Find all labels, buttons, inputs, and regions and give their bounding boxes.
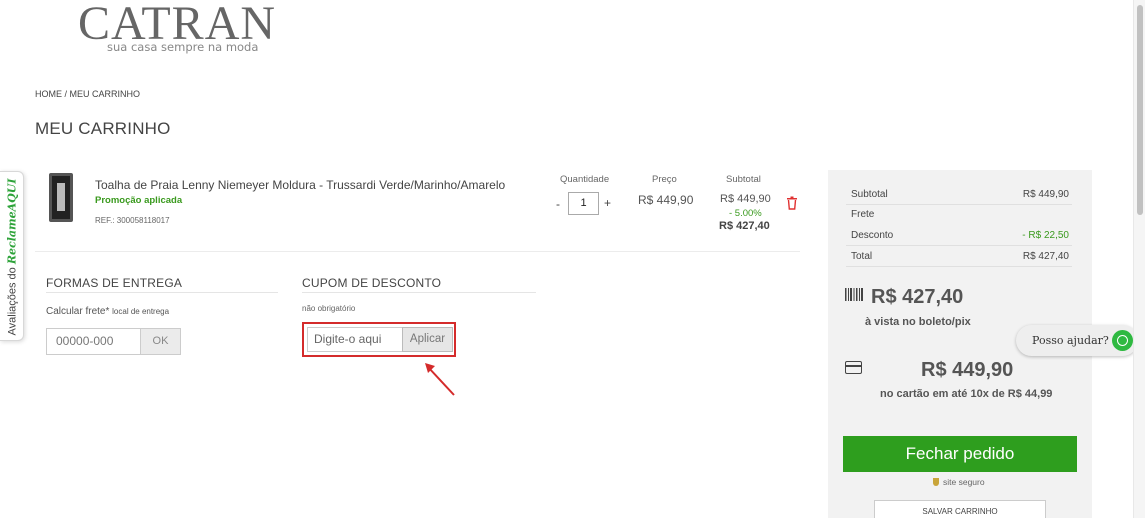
card-price: R$ 449,90 <box>921 359 1014 381</box>
checkout-button[interactable]: Fechar pedido <box>843 436 1077 472</box>
subtotal-header: Subtotal <box>726 174 761 185</box>
product-thumbnail[interactable] <box>49 173 73 222</box>
quantity-header: Quantidade <box>560 174 610 185</box>
shipping-title: FORMAS DE ENTREGA <box>46 276 183 290</box>
quantity-increase-button[interactable]: + <box>604 196 611 210</box>
coupon-title: CUPOM DE DESCONTO <box>302 276 442 290</box>
product-ref: REF.: 300058118017 <box>95 216 170 225</box>
price-header: Preço <box>652 174 677 185</box>
reclame-aqui-tab[interactable]: Avaliações do ReclameAQUI <box>0 171 24 341</box>
save-cart-button[interactable]: SALVAR CARRINHO <box>874 500 1046 518</box>
calc-shipping-hint: local de entrega <box>112 307 170 316</box>
summary-divider <box>846 204 1072 205</box>
help-label: Posso ajudar? <box>1032 334 1109 347</box>
cart-divider <box>35 251 800 252</box>
page-scrollbar[interactable] <box>1133 0 1145 518</box>
catran-logo[interactable]: CATRAN sua casa sempre na moda <box>78 0 275 60</box>
coupon-highlight-box: Digite-o aqui Aplicar <box>302 322 456 357</box>
shipping-ok-button[interactable]: OK <box>140 328 181 355</box>
item-price: R$ 449,90 <box>638 193 694 207</box>
summary-subtotal-value: R$ 449,90 <box>1022 189 1069 200</box>
boleto-price: R$ 427,40 <box>871 286 964 308</box>
calc-shipping-label: Calcular frete* local de entrega <box>46 306 170 317</box>
reclame-aqui-brand: ReclameAQUI <box>5 178 19 265</box>
summary-divider <box>846 245 1072 246</box>
whatsapp-help-button[interactable]: Posso ajudar? <box>1016 325 1138 356</box>
subtotal-original: R$ 449,90 <box>720 193 771 205</box>
breadcrumb[interactable]: HOME / MEU CARRINHO <box>35 89 140 99</box>
page-title: MEU CARRINHO <box>35 119 171 138</box>
coupon-input[interactable]: Digite-o aqui <box>307 327 405 352</box>
reclame-aqui-label: Avaliações do ReclameAQUI <box>5 178 19 336</box>
summary-divider <box>846 266 1072 267</box>
apply-coupon-button[interactable]: Aplicar <box>402 327 453 352</box>
summary-desconto-value: - R$ 22,50 <box>1022 230 1069 241</box>
summary-frete-row: Frete <box>851 209 875 220</box>
shield-icon <box>933 478 939 486</box>
summary-total-row: Total R$ 427,40 <box>851 251 1069 262</box>
summary-desconto-row: Desconto - R$ 22,50 <box>851 230 1069 241</box>
subtotal-discount: - 5.00% <box>729 208 762 219</box>
credit-card-icon <box>845 361 862 374</box>
logo-tagline: sua casa sempre na moda <box>107 40 259 54</box>
coupon-title-line <box>302 292 536 293</box>
shipping-title-line <box>46 292 278 293</box>
quantity-input[interactable]: 1 <box>568 192 599 215</box>
quantity-decrease-button[interactable]: - <box>556 197 560 211</box>
card-installments-note: no cartão em até 10x de R$ 44,99 <box>880 388 1053 400</box>
summary-subtotal-row: Subtotal R$ 449,90 <box>851 189 1069 200</box>
boleto-note: à vista no boleto/pix <box>865 316 971 328</box>
pointer-arrow-icon <box>425 363 455 396</box>
subtotal-final: R$ 427,40 <box>719 220 770 232</box>
summary-total-value: R$ 427,40 <box>1022 251 1069 262</box>
barcode-icon <box>845 288 863 301</box>
trash-icon[interactable] <box>786 196 798 210</box>
secure-site-label: site seguro <box>933 477 985 487</box>
product-name[interactable]: Toalha de Praia Lenny Niemeyer Moldura -… <box>95 178 505 192</box>
whatsapp-icon <box>1112 330 1133 351</box>
cep-input[interactable]: 00000-000 <box>46 328 141 355</box>
coupon-optional-label: não obrigatório <box>302 304 356 313</box>
scrollbar-thumb[interactable] <box>1137 5 1143 215</box>
promo-applied-label: Promoção aplicada <box>95 195 183 206</box>
